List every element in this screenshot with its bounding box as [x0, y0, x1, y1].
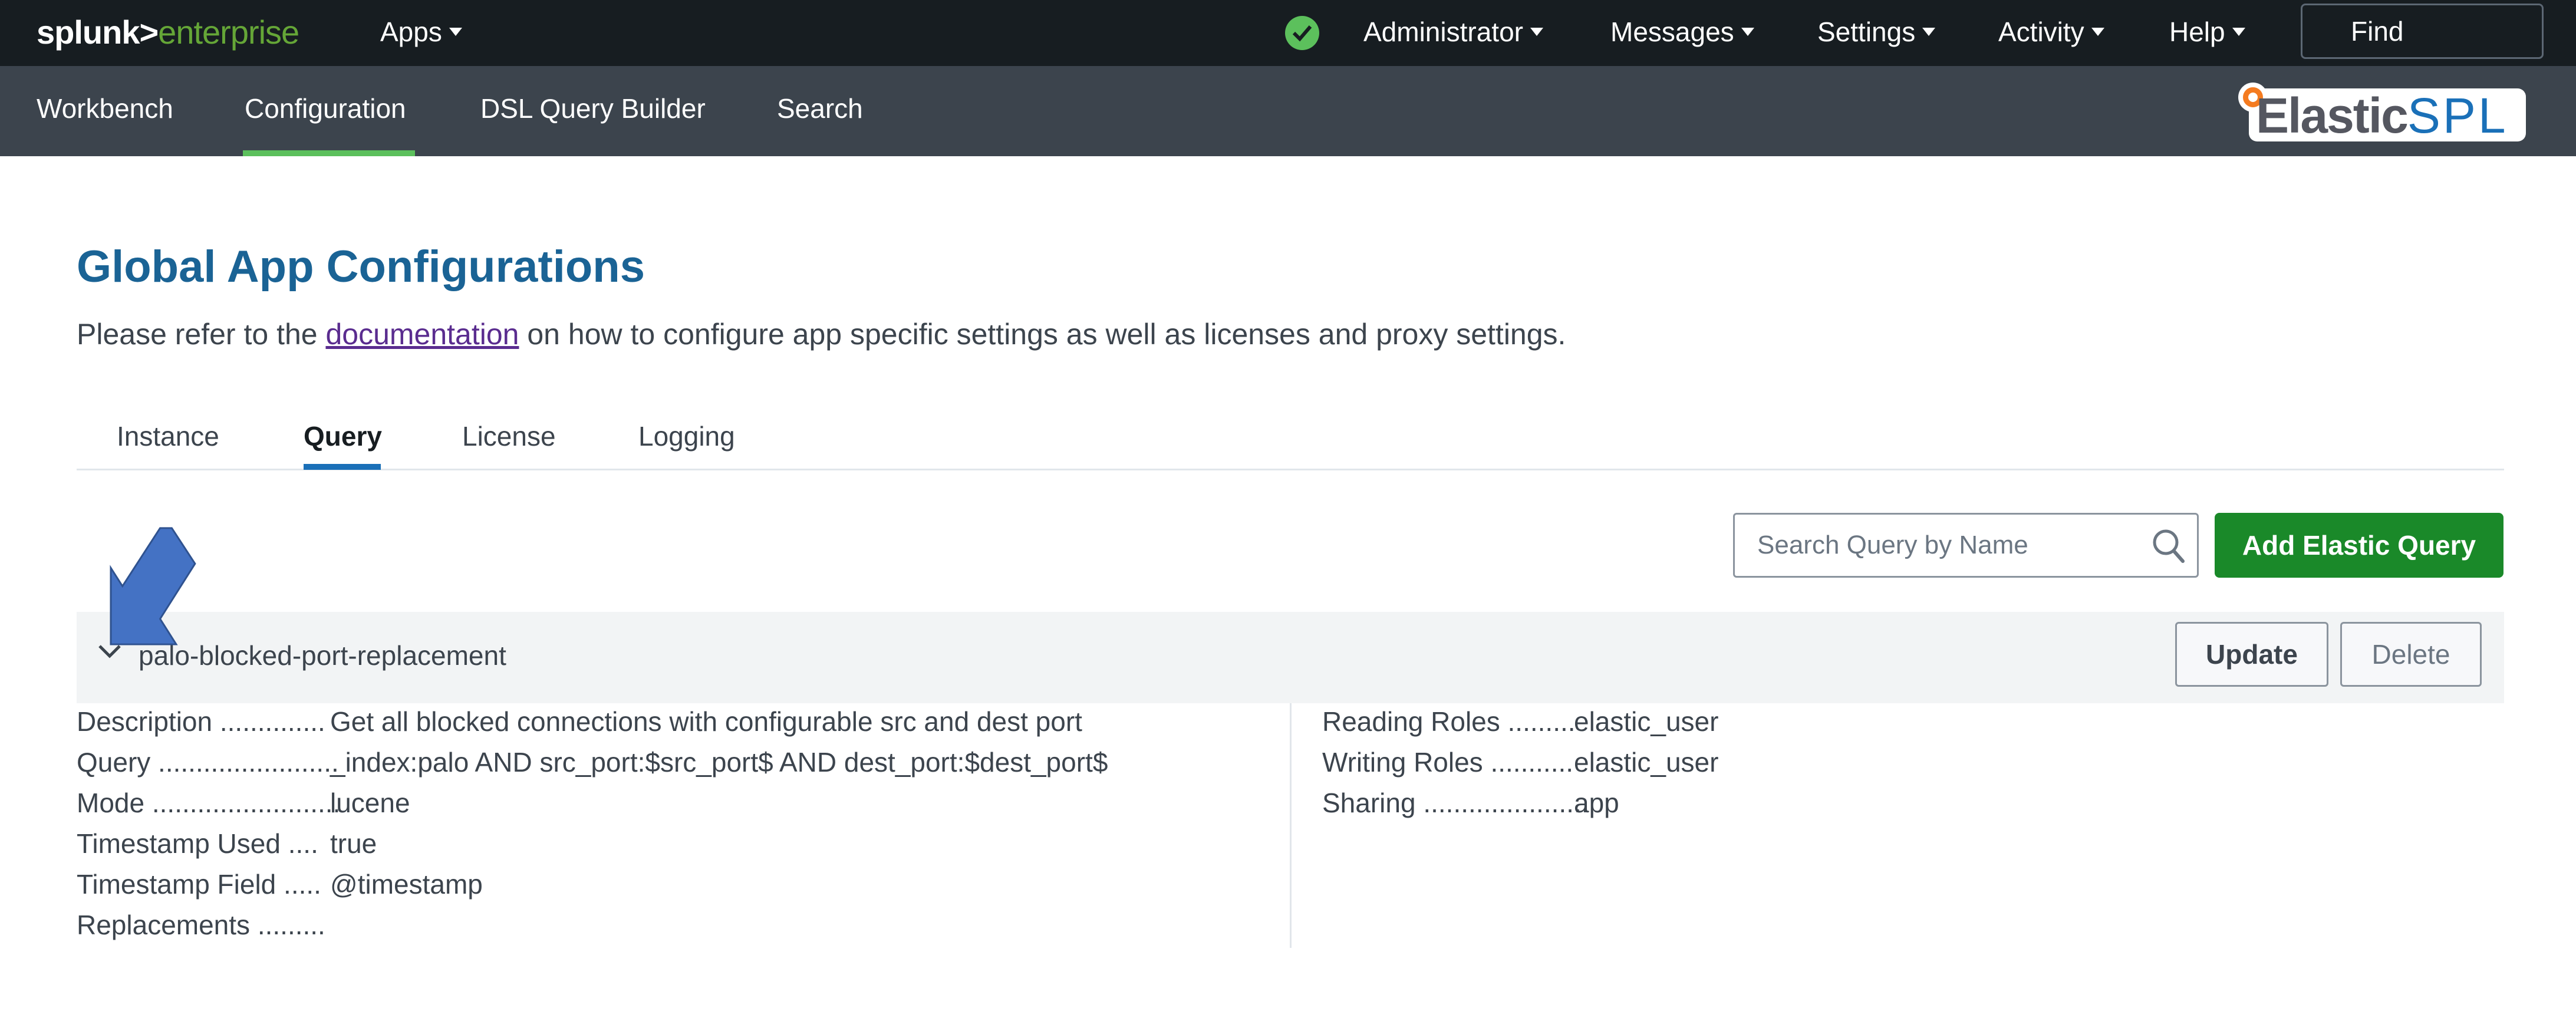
logo-text: ElasticSPL	[2256, 91, 2508, 140]
find-label: Find	[2351, 16, 2404, 47]
nav-dsl-query-builder[interactable]: DSL Query Builder	[480, 92, 706, 125]
add-elastic-query-button[interactable]: Add Elastic Query	[2215, 513, 2503, 578]
logo-primary: splunk>	[37, 14, 159, 51]
logo-spl: SPL	[2407, 88, 2508, 143]
menu-label: Settings	[1817, 17, 1916, 47]
page-title: Global App Configurations	[77, 242, 645, 292]
tab-logging[interactable]: Logging	[638, 420, 735, 453]
field-key: Timestamp Used ....	[77, 828, 318, 859]
menu-label: Activity	[1998, 17, 2084, 47]
field-writing-roles: Writing Roles ........... elastic_user	[1322, 746, 1718, 779]
field-key: Query ........................	[77, 747, 339, 778]
search-query-input[interactable]	[1735, 515, 2147, 576]
intro-before: Please refer to the	[77, 318, 326, 351]
app-bar: Workbench Configuration DSL Query Builde…	[0, 66, 2576, 156]
field-key: Writing Roles ...........	[1322, 747, 1574, 778]
nav-configuration[interactable]: Configuration	[245, 92, 406, 125]
field-reading-roles: Reading Roles ......... elastic_user	[1322, 705, 1718, 738]
caret-down-icon	[1741, 27, 1754, 36]
caret-down-icon	[1922, 27, 1936, 36]
field-value: Get all blocked connections with configu…	[330, 706, 1082, 737]
field-sharing: Sharing ...................... app	[1322, 786, 1619, 819]
intro-text: Please refer to the documentation on how…	[77, 316, 1566, 353]
field-value: @timestamp	[330, 869, 483, 900]
field-mode: Mode ......................... lucene	[77, 786, 410, 819]
search-query-field[interactable]	[1733, 513, 2199, 578]
tabs-divider	[77, 469, 2504, 470]
caret-down-icon	[2232, 27, 2245, 36]
nav-workbench[interactable]: Workbench	[37, 92, 173, 125]
check-circle-icon[interactable]	[1285, 16, 1319, 50]
field-value: elastic_user	[1574, 706, 1719, 737]
nav-active-indicator	[243, 150, 415, 156]
field-replacements: Replacements .........	[77, 908, 325, 941]
activity-menu[interactable]: Activity	[1998, 15, 2104, 48]
settings-menu[interactable]: Settings	[1817, 15, 1936, 48]
delete-button[interactable]: Delete	[2340, 622, 2482, 687]
logo-elastic: Elastic	[2256, 88, 2409, 143]
top-bar: splunk>enterprise Apps Administrator Mes…	[0, 0, 2576, 66]
field-key: Sharing ......................	[1322, 788, 1589, 818]
caret-down-icon	[2091, 27, 2104, 36]
logo-secondary: enterprise	[158, 14, 299, 51]
field-key: Reading Roles .........	[1322, 706, 1576, 737]
field-value: app	[1574, 788, 1619, 818]
tab-instance[interactable]: Instance	[117, 420, 219, 453]
field-query: Query ........................ _index:pal…	[77, 746, 1108, 779]
field-value: elastic_user	[1574, 747, 1719, 778]
tab-query[interactable]: Query	[304, 420, 382, 453]
column-divider	[1290, 703, 1292, 948]
field-value: true	[330, 828, 377, 859]
field-value: lucene	[330, 788, 410, 818]
search-icon[interactable]	[2151, 528, 2186, 567]
messages-menu[interactable]: Messages	[1610, 15, 1754, 48]
help-menu[interactable]: Help	[2169, 15, 2245, 48]
menu-label: Messages	[1610, 17, 1734, 47]
splunk-logo[interactable]: splunk>enterprise	[37, 13, 299, 52]
menu-label: Administrator	[1363, 17, 1523, 47]
caret-down-icon	[449, 27, 462, 36]
nav-search[interactable]: Search	[777, 92, 863, 125]
tab-active-indicator	[304, 464, 381, 470]
apps-menu[interactable]: Apps	[380, 15, 462, 48]
arrow-down-left-icon	[88, 525, 236, 651]
field-key: Mode .........................	[77, 788, 341, 818]
elasticspl-logo: ElasticSPL	[2225, 83, 2526, 141]
field-key: Timestamp Field .....	[77, 869, 321, 900]
field-key: Description ..............	[77, 706, 325, 737]
menu-label: Help	[2169, 17, 2225, 47]
field-timestamp-used: Timestamp Used .... true	[77, 827, 377, 860]
field-timestamp-field: Timestamp Field ..... @timestamp	[77, 868, 483, 901]
find-input[interactable]: Find	[2301, 4, 2544, 59]
caret-down-icon	[1530, 27, 1543, 36]
documentation-link[interactable]: documentation	[325, 318, 519, 351]
administrator-menu[interactable]: Administrator	[1363, 15, 1543, 48]
update-button[interactable]: Update	[2175, 622, 2328, 687]
field-key: Replacements .........	[77, 910, 325, 940]
apps-label: Apps	[380, 17, 442, 47]
field-value: _index:palo AND src_port:$src_port$ AND …	[330, 747, 1108, 778]
intro-after: on how to configure app specific setting…	[519, 318, 1566, 351]
tab-license[interactable]: License	[462, 420, 556, 453]
field-description: Description .............. Get all blocke…	[77, 705, 1082, 738]
